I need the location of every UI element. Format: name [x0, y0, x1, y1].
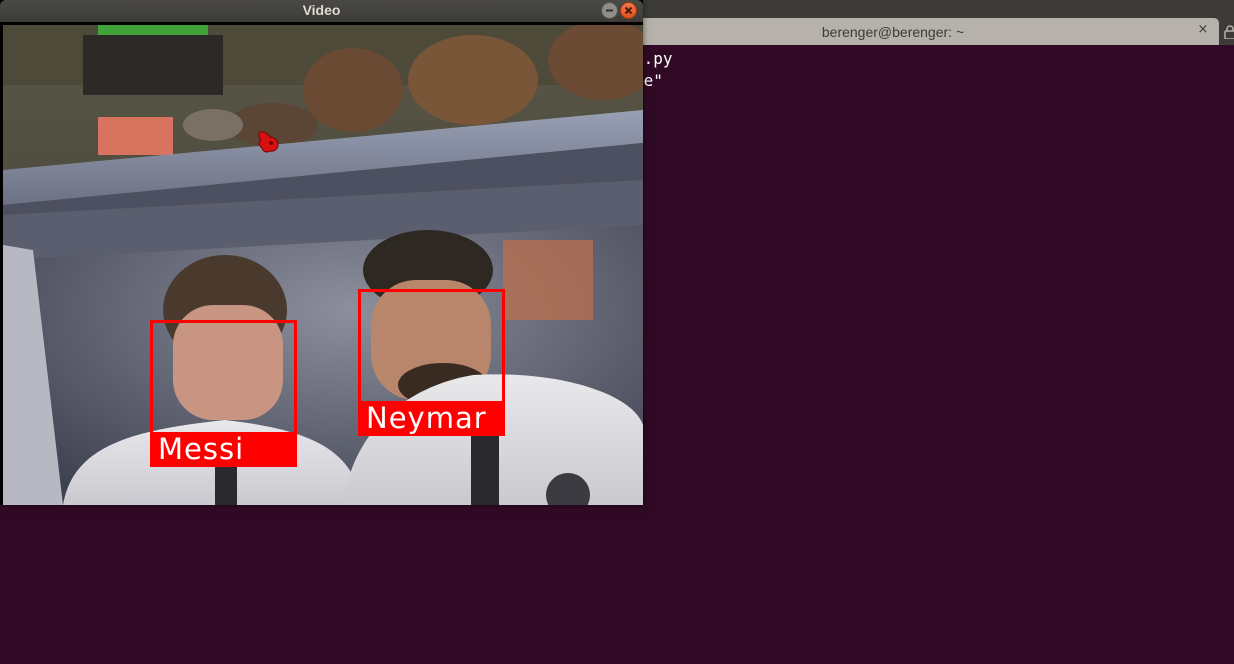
minimize-button[interactable] [601, 2, 618, 19]
terminal-tab-title: berenger@berenger: ~ [821, 24, 965, 40]
face-label: Neymar [358, 401, 505, 436]
next-tab-edge[interactable] [1222, 18, 1234, 45]
video-titlebar[interactable]: Video [0, 0, 643, 22]
terminal-tab[interactable]: berenger@berenger: ~ × [597, 18, 1219, 45]
tab-close-button[interactable]: × [1195, 22, 1211, 38]
close-icon [624, 6, 633, 15]
desktop: berenger@berenger: ~ × n.py le" Video Me… [0, 0, 1234, 664]
face-label: Messi [150, 432, 297, 467]
mouse-cursor-icon [258, 131, 279, 153]
video-frame: Messi Neymar [3, 25, 643, 505]
window-title: Video [302, 2, 341, 18]
camera-image [3, 25, 643, 505]
lock-icon [1224, 25, 1234, 39]
minimize-icon [606, 9, 613, 12]
video-window[interactable]: Video Messi Neymar [0, 0, 643, 505]
close-button[interactable] [620, 2, 637, 19]
